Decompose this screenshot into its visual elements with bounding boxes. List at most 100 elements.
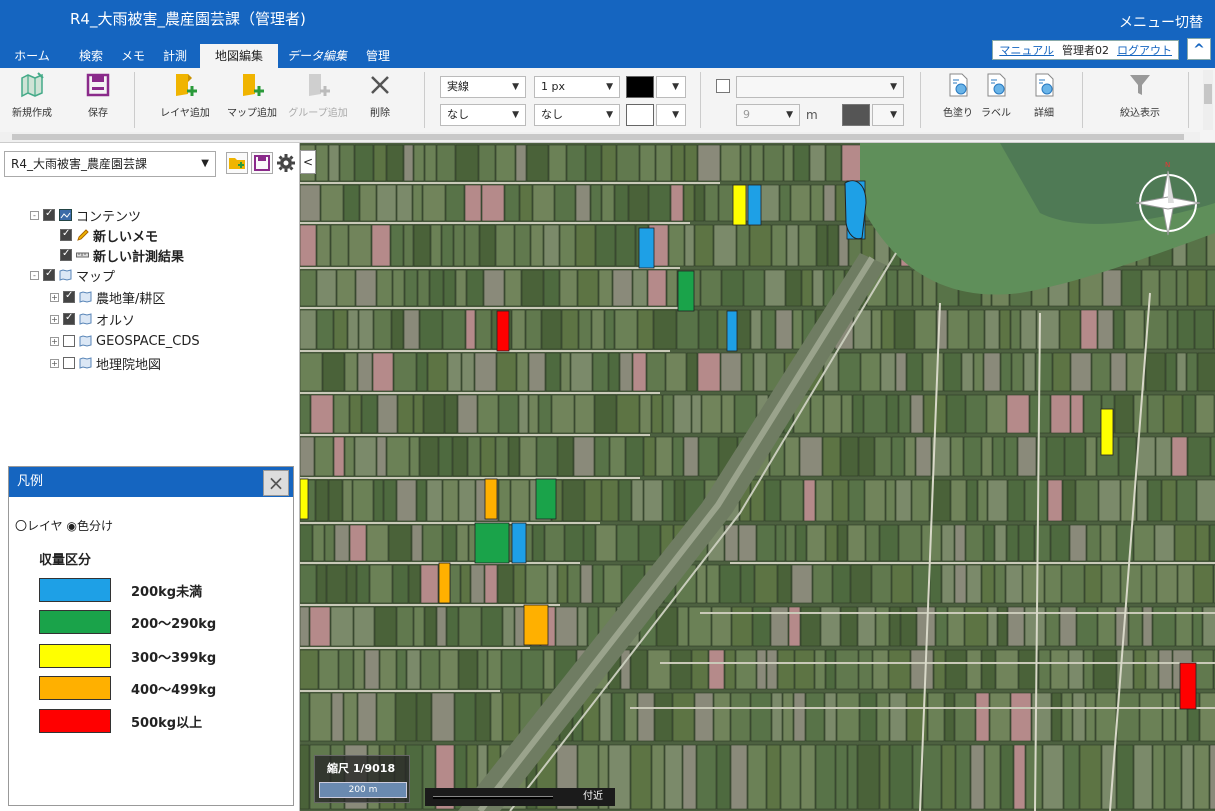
- tab-search[interactable]: 検索: [72, 44, 110, 68]
- add-map-button[interactable]: マップ追加: [222, 72, 282, 119]
- highlighted-parcel[interactable]: [844, 180, 867, 240]
- line-color-swatch[interactable]: [626, 76, 654, 98]
- tree-checkbox[interactable]: [43, 268, 55, 281]
- field-parcel: [1163, 394, 1183, 434]
- field-parcel: [859, 692, 877, 742]
- field-parcel: [736, 224, 750, 267]
- tree-node-measure[interactable]: 新しい計測結果: [60, 245, 184, 265]
- label-color-dropdown[interactable]: ▼: [872, 104, 904, 126]
- tree-checkbox[interactable]: [63, 335, 75, 347]
- logout-link[interactable]: ログアウト: [1117, 42, 1172, 58]
- new-button[interactable]: 新規作成: [2, 72, 62, 119]
- field-parcel: [1095, 692, 1117, 742]
- add-group-button[interactable]: グループ追加: [288, 72, 348, 119]
- highlighted-parcel[interactable]: [438, 562, 451, 604]
- panel-save-button[interactable]: [251, 152, 273, 174]
- tree-node-contents[interactable]: - コンテンツ: [30, 205, 141, 225]
- field-parcel: [495, 144, 516, 182]
- highlighted-parcel[interactable]: [726, 310, 738, 352]
- scrollbar-thumb[interactable]: [12, 134, 1184, 140]
- tree-checkbox[interactable]: [43, 208, 55, 221]
- tab-memo[interactable]: メモ: [118, 44, 148, 68]
- scrollbar-thumb[interactable]: [1204, 84, 1212, 104]
- legend-panel: 凡例 × 〇レイヤ ◉色分け 収量区分 200kg未満 200～290kg 30…: [8, 466, 294, 806]
- collapse-panel-button[interactable]: <: [300, 150, 316, 174]
- menu-switch-button[interactable]: メニュー切替: [1119, 12, 1203, 32]
- field-parcel: [999, 309, 1011, 350]
- filter-button[interactable]: 絞込表示: [1110, 72, 1170, 119]
- map-view[interactable]: N: [300, 143, 1215, 811]
- expand-icon[interactable]: +: [50, 336, 59, 346]
- label-color-swatch[interactable]: [842, 104, 870, 126]
- label-field-select[interactable]: ▼: [736, 76, 904, 98]
- highlighted-parcel[interactable]: [484, 478, 498, 520]
- highlighted-parcel[interactable]: [747, 184, 762, 226]
- highlighted-parcel[interactable]: [300, 478, 309, 520]
- field-parcel: [1164, 744, 1182, 810]
- collapse-icon[interactable]: -: [30, 270, 39, 280]
- line-color-dropdown[interactable]: ▼: [656, 76, 686, 98]
- tree-checkbox[interactable]: [60, 248, 72, 261]
- tree-node-ortho[interactable]: + オルソ: [50, 309, 135, 329]
- tree-node-farmland[interactable]: + 農地筆/耕区: [50, 287, 165, 307]
- tree-node-memo[interactable]: 新しいメモ: [60, 225, 158, 245]
- expand-icon[interactable]: +: [50, 314, 59, 324]
- highlighted-parcel[interactable]: [496, 310, 510, 352]
- font-size-select[interactable]: 9 ▼: [736, 104, 800, 126]
- fill-style2-select[interactable]: なし ▼: [534, 104, 620, 126]
- tab-home[interactable]: ホーム: [8, 44, 56, 68]
- tree-node-map[interactable]: - マップ: [30, 265, 115, 285]
- highlighted-parcel[interactable]: [638, 227, 655, 269]
- highlighted-parcel[interactable]: [732, 184, 747, 226]
- expand-icon[interactable]: +: [50, 358, 59, 368]
- save-button[interactable]: 保存: [68, 72, 128, 119]
- map-canvas[interactable]: N: [300, 143, 1215, 811]
- fill-style-select[interactable]: なし ▼: [440, 104, 526, 126]
- tree-checkbox[interactable]: [63, 290, 75, 303]
- field-parcel: [594, 436, 610, 477]
- radio-layer[interactable]: 〇レイヤ: [15, 519, 63, 533]
- collapse-ribbon-button[interactable]: ^: [1187, 38, 1211, 60]
- expand-icon[interactable]: +: [50, 292, 59, 302]
- tab-admin[interactable]: 管理: [358, 44, 398, 68]
- highlighted-parcel[interactable]: [523, 604, 549, 646]
- project-select[interactable]: R4_大雨被害_農産園芸課 ▼: [4, 151, 216, 177]
- tree-node-geospace[interactable]: + GEOSPACE_CDS: [50, 331, 200, 351]
- tab-data-edit[interactable]: データ編集: [282, 44, 352, 68]
- add-folder-button[interactable]: [226, 152, 248, 174]
- tab-measure[interactable]: 計測: [155, 44, 195, 68]
- collapse-icon[interactable]: -: [30, 210, 39, 220]
- tree-checkbox[interactable]: [63, 357, 75, 369]
- chevron-down-icon: ▼: [672, 110, 679, 120]
- highlighted-parcel[interactable]: [474, 522, 510, 564]
- highlighted-parcel[interactable]: [1100, 408, 1114, 456]
- field-parcel: [995, 649, 1019, 690]
- radio-color[interactable]: ◉色分け: [66, 519, 112, 533]
- ribbon-vertical-scrollbar[interactable]: [1203, 70, 1213, 130]
- delete-button[interactable]: 削除: [350, 72, 410, 119]
- app-title: R4_大雨被害_農産園芸課（管理者): [70, 10, 306, 28]
- settings-button[interactable]: [275, 152, 297, 174]
- ribbon-horizontal-scrollbar[interactable]: [0, 132, 1200, 142]
- tree-checkbox[interactable]: [63, 312, 75, 325]
- highlighted-parcel[interactable]: [1179, 662, 1197, 710]
- line-style-select[interactable]: 実線 ▼: [440, 76, 526, 98]
- line-width-select[interactable]: 1 px ▼: [534, 76, 620, 98]
- highlighted-parcel[interactable]: [511, 522, 527, 564]
- label-checkbox[interactable]: [716, 79, 730, 93]
- field-parcel: [860, 352, 881, 392]
- tree-checkbox[interactable]: [60, 228, 72, 241]
- manual-link[interactable]: マニュアル: [999, 42, 1054, 58]
- tab-map-edit[interactable]: 地図編集: [200, 44, 278, 68]
- close-icon[interactable]: ×: [263, 470, 289, 496]
- fill-color-dropdown[interactable]: ▼: [656, 104, 686, 126]
- add-layer-button[interactable]: レイヤ追加: [155, 72, 215, 119]
- detail-button[interactable]: 詳細: [1014, 72, 1074, 119]
- tree-node-gsi-map[interactable]: + 地理院地図: [50, 353, 161, 373]
- field-parcel: [379, 649, 397, 690]
- field-parcel: [847, 524, 866, 562]
- fill-color-swatch[interactable]: [626, 104, 654, 126]
- field-parcel: [355, 269, 377, 307]
- highlighted-parcel[interactable]: [535, 478, 557, 520]
- highlighted-parcel[interactable]: [677, 270, 695, 312]
